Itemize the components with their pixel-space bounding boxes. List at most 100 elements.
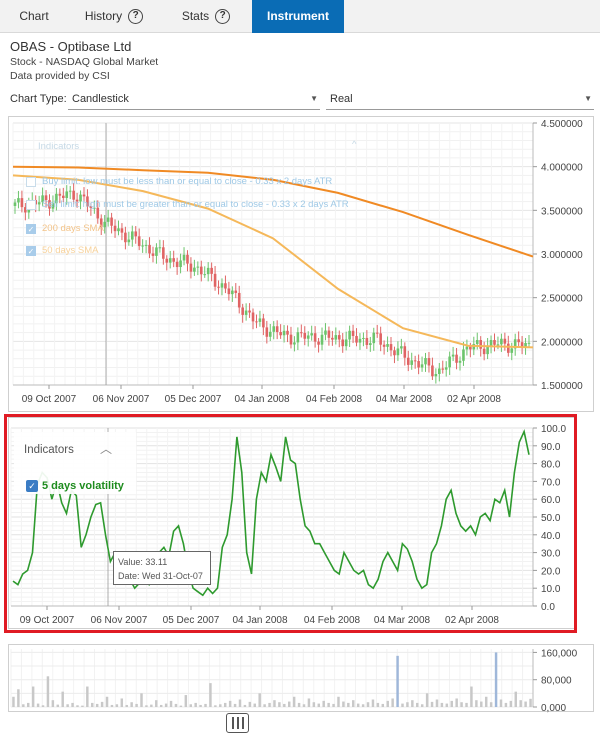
instrument-title: OBAS - Optibase Ltd: [10, 39, 132, 54]
volume-bar: [253, 703, 256, 707]
candle-body: [124, 232, 127, 243]
candle-body: [334, 335, 338, 340]
volume-bar: [61, 691, 64, 707]
range-scroll-handle[interactable]: [226, 713, 249, 733]
price-chart-panel[interactable]: 4.500000 4.000000 3.500000 3.000000 2.500000…: [8, 116, 594, 412]
volume-bar: [204, 703, 207, 707]
candle-body: [344, 339, 348, 347]
volume-bar: [214, 705, 217, 707]
candle-body: [406, 357, 410, 365]
tab-instrument[interactable]: Instrument: [252, 0, 344, 33]
volume-bar: [499, 699, 503, 707]
candle-body: [220, 283, 224, 288]
candle-body: [206, 267, 210, 275]
price-mode-select[interactable]: Real ▼: [326, 88, 594, 110]
price-mode-value: Real: [330, 93, 353, 105]
indicators-title: Indicators: [24, 444, 74, 456]
candle-body: [241, 307, 244, 315]
candle-body: [455, 354, 458, 363]
help-icon[interactable]: ?: [215, 9, 231, 25]
candle-body: [324, 330, 327, 335]
volume-bar: [189, 704, 192, 707]
volume-bar: [233, 703, 237, 707]
candle-body: [303, 332, 307, 339]
volume-bar: [406, 702, 409, 707]
volume-bar: [145, 705, 148, 707]
volume-chart-panel[interactable]: 160,000 80,000 0,000: [8, 644, 595, 714]
help-icon[interactable]: ?: [128, 9, 144, 25]
volume-bar: [381, 703, 385, 707]
volume-bar: [529, 698, 532, 707]
candle-body: [424, 358, 427, 365]
volume-bar: [288, 701, 291, 707]
sma200-checkbox[interactable]: ✓: [26, 224, 36, 234]
candle-body: [37, 202, 41, 205]
candle-body: [493, 340, 496, 345]
volume-bar: [66, 704, 69, 707]
volume-bar: [27, 702, 30, 707]
price-chart[interactable]: 4.500000 4.000000 3.500000 3.000000 2.500000…: [9, 117, 595, 413]
tab-history[interactable]: History?: [68, 0, 160, 33]
x-tick-label: 05 Dec 2007: [165, 394, 222, 405]
volume-bar: [509, 700, 513, 707]
sell-limit-checkbox[interactable]: [26, 200, 36, 210]
volume-bar: [347, 702, 350, 707]
candle-body: [168, 258, 172, 263]
sma50-label: 50 days SMA: [42, 245, 99, 256]
volume-bar: [361, 704, 365, 707]
volume-bar: [455, 698, 458, 707]
candle-body: [137, 236, 141, 247]
candle-body: [489, 340, 493, 346]
chevron-up-icon[interactable]: ^: [352, 139, 356, 150]
candle-body: [175, 261, 179, 268]
tab-label: Instrument: [266, 9, 329, 23]
candle-body: [141, 245, 144, 247]
volume-bar: [278, 702, 281, 707]
volume-bar: [273, 700, 276, 707]
volume-bar: [51, 700, 55, 707]
volume-bar: [342, 701, 345, 707]
volume-bar: [489, 702, 493, 707]
candle-body: [365, 337, 369, 345]
buy-limit-label: Buy limit: low must be less than or equa…: [42, 176, 333, 187]
candle-body: [403, 346, 407, 358]
candle-body: [255, 321, 258, 323]
candle-body: [58, 193, 62, 196]
volume-chart[interactable]: 160,000 80,000 0,000: [9, 645, 595, 714]
tab-chart[interactable]: Chart: [0, 0, 68, 33]
candle-body: [148, 244, 151, 254]
candle-body: [203, 274, 207, 276]
candle-body: [275, 326, 279, 333]
buy-limit-checkbox[interactable]: [26, 177, 36, 187]
tab-stats[interactable]: Stats?: [160, 0, 252, 33]
candle-body: [130, 231, 134, 240]
volume-bar: [356, 703, 360, 707]
tab-label: Chart: [19, 9, 49, 23]
chart-type-select[interactable]: Candlestick ▼: [68, 88, 320, 110]
candle-body: [348, 330, 351, 340]
y-tick-label: 4.500000: [541, 119, 583, 130]
chevron-up-icon[interactable]: ︿: [100, 440, 112, 457]
candle-body: [351, 330, 355, 336]
volume-bar: [430, 701, 434, 707]
candle-body: [306, 335, 310, 339]
candle-body: [417, 361, 420, 368]
volume-bar: [366, 702, 370, 707]
candle-body: [155, 247, 158, 256]
candle-body: [144, 244, 148, 246]
y-tick-label: 160,000: [541, 648, 578, 659]
volume-bar: [411, 700, 414, 707]
volume-bar: [243, 704, 247, 707]
volume-bar: [110, 704, 114, 707]
candle-body: [165, 258, 169, 263]
volume-bar: [36, 703, 40, 707]
candle-body: [231, 290, 234, 295]
tooltip-date: Date: Wed 31-Oct-07: [118, 571, 203, 581]
tab-label: History: [84, 9, 123, 23]
volume-bar: [371, 699, 375, 707]
candle-body: [369, 343, 372, 345]
sma50-checkbox[interactable]: ✓: [26, 246, 36, 256]
price-y-axis: 4.500000 4.000000 3.500000 3.000000 2.500000…: [533, 119, 583, 392]
volatility-checkbox[interactable]: ✓: [26, 480, 38, 492]
volume-bar: [268, 702, 271, 707]
